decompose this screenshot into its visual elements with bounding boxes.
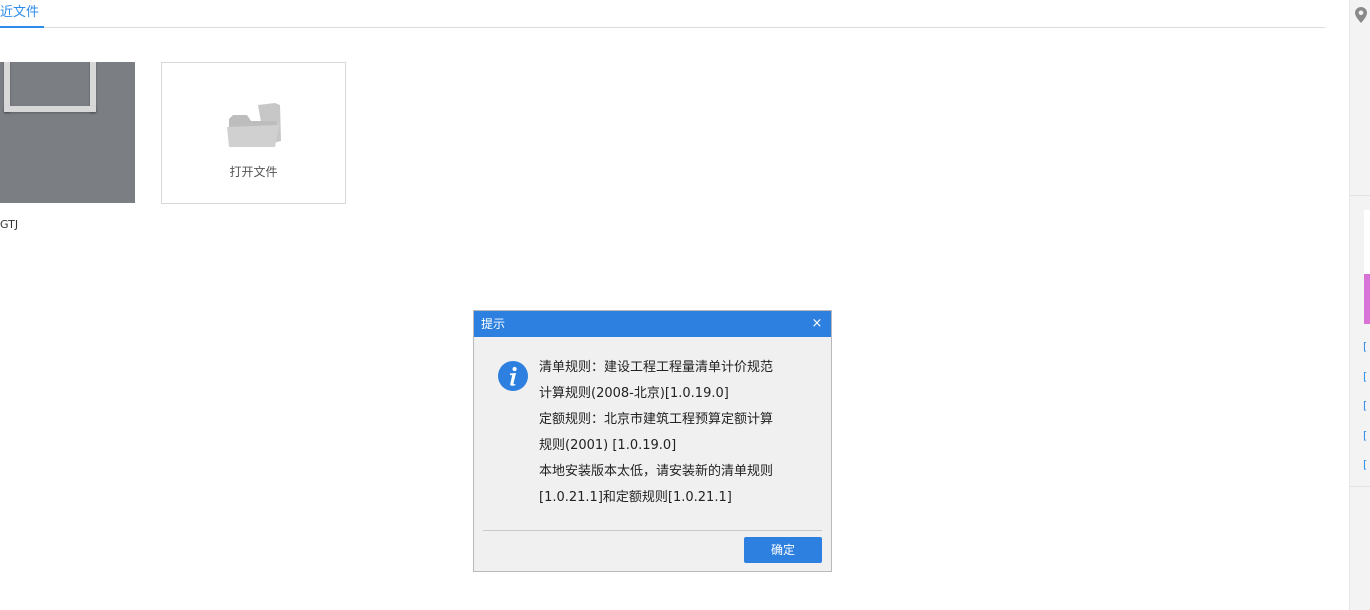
- close-icon[interactable]: ×: [809, 311, 825, 337]
- message-line: 定额规则：北京市建筑工程预算定额计算: [539, 412, 774, 427]
- sidebar-banner[interactable]: [1364, 274, 1370, 324]
- notice-dialog: 提示 × 清单规则：建设工程工程量清单计价规范 计算规则(2008-北京)[1.…: [473, 310, 832, 572]
- sidebar-panel: [1364, 210, 1370, 274]
- dialog-title: 提示: [481, 317, 506, 331]
- recent-file-thumbnail[interactable]: [0, 62, 135, 203]
- folder-icon: [227, 103, 281, 147]
- sidebar-divider: [1350, 195, 1370, 196]
- thumbnail-preview-graphic: [4, 62, 96, 178]
- recent-file-name[interactable]: GTJ: [0, 218, 20, 231]
- dialog-titlebar[interactable]: 提示 ×: [474, 311, 831, 337]
- ok-button[interactable]: 确定: [744, 537, 822, 563]
- message-line: 清单规则：建设工程工程量清单计价规范: [539, 360, 774, 375]
- sidebar-link[interactable]: [: [1363, 370, 1370, 383]
- info-icon: [498, 361, 528, 391]
- message-line: 计算规则(2008-北京)[1.0.19.0]: [539, 386, 729, 401]
- sidebar-divider: [1350, 486, 1370, 487]
- right-sidebar: [ [ [ [ [: [1349, 0, 1370, 610]
- tab-strip: 近文件: [0, 0, 1325, 28]
- message-line: 规则(2001) [1.0.19.0]: [539, 438, 677, 453]
- message-line: [1.0.21.1]和定额规则[1.0.21.1]: [539, 490, 732, 505]
- tab-recent-files[interactable]: 近文件: [0, 0, 44, 28]
- message-line: 本地安装版本太低，请安装新的清单规则: [539, 464, 774, 479]
- open-file-card[interactable]: 打开文件: [161, 62, 346, 204]
- sidebar-link[interactable]: [: [1363, 429, 1370, 442]
- sidebar-link[interactable]: [: [1363, 340, 1370, 353]
- dialog-divider: [483, 530, 822, 531]
- sidebar-link[interactable]: [: [1363, 399, 1370, 412]
- dialog-message: 清单规则：建设工程工程量清单计价规范 计算规则(2008-北京)[1.0.19.…: [539, 355, 819, 511]
- sidebar-link[interactable]: [: [1363, 458, 1370, 471]
- open-file-label: 打开文件: [229, 165, 278, 179]
- location-pin-icon[interactable]: [1355, 7, 1367, 23]
